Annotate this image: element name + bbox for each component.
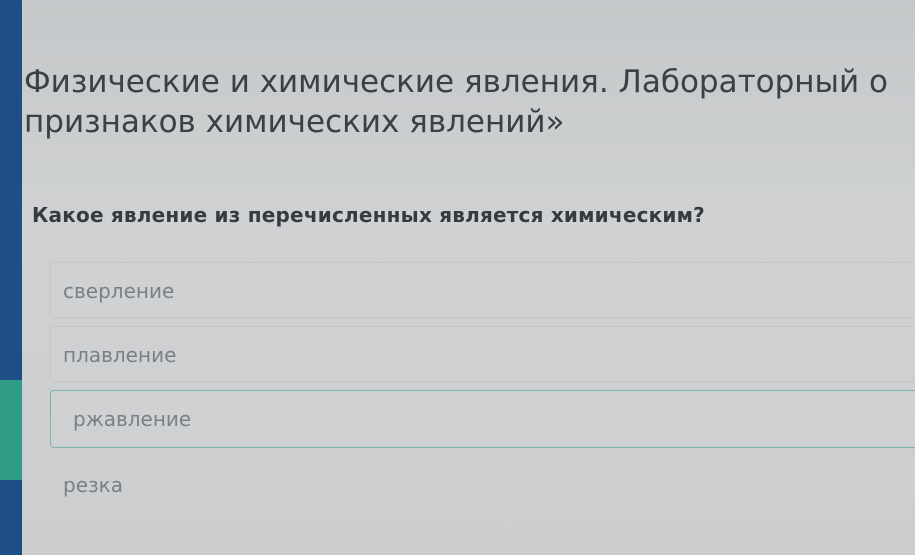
sidebar-active-marker — [0, 380, 22, 480]
question-text: Какое явление из перечисленных является … — [32, 203, 705, 227]
screen: Физические и химические явления. Лаборат… — [0, 0, 915, 555]
answer-option-label: резка — [63, 473, 123, 497]
answer-option-label: плавление — [63, 343, 177, 367]
answer-option-3-selected[interactable]: ржавление — [50, 390, 915, 448]
answer-option-label: сверление — [63, 279, 175, 303]
page-title-line-2: признаков химических явлений» — [24, 104, 565, 140]
left-sidebar-strip — [0, 0, 22, 555]
answer-option-2[interactable]: плавление — [50, 326, 915, 382]
answer-option-1[interactable]: сверление — [50, 262, 915, 318]
quiz-content: Физические и химические явления. Лаборат… — [22, 0, 915, 555]
answer-options: сверление плавление ржавление резка — [50, 262, 915, 520]
page-title-line-1: Физические и химические явления. Лаборат… — [24, 64, 889, 100]
answer-option-4[interactable]: резка — [50, 456, 915, 512]
answer-option-label: ржавление — [73, 407, 192, 431]
page-title: Физические и химические явления. Лаборат… — [24, 62, 915, 142]
